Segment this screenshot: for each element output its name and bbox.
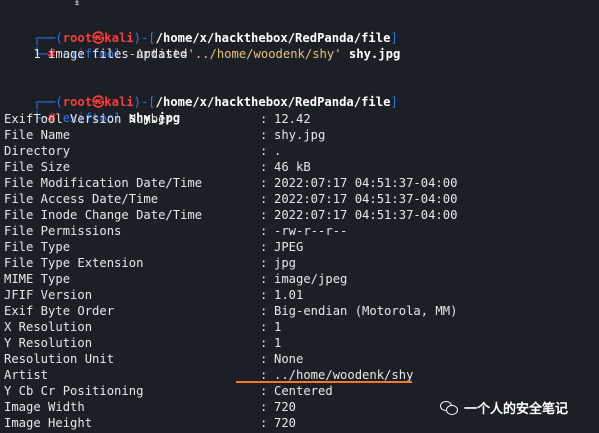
exif-key: File Permissions xyxy=(4,224,122,238)
exif-value: 46 kB xyxy=(274,160,311,174)
exif-key: ExifTool Version Number xyxy=(4,112,173,126)
exif-key: Directory xyxy=(4,144,71,158)
exif-key: File Access Date/Time xyxy=(4,192,159,206)
watermark-text: 一个人的安全笔记 xyxy=(464,401,569,417)
exif-row: File Size:46 kB xyxy=(4,159,311,175)
exif-value: 1 xyxy=(274,336,282,350)
exif-value: -rw-r--r-- xyxy=(274,224,348,238)
exif-key: Exif Byte Order xyxy=(4,304,115,318)
exif-key: MIME Type xyxy=(4,272,71,286)
exif-value: Centered xyxy=(274,384,333,398)
mouse-cursor-icon: Ɨ xyxy=(74,0,81,8)
command-output: 1 image files updated xyxy=(4,47,188,61)
exif-key: Y Cb Cr Positioning xyxy=(4,384,144,398)
exif-separator: : xyxy=(260,336,268,350)
exif-separator: : xyxy=(260,384,268,398)
exif-row: Y Resolution:1 xyxy=(4,335,281,351)
exif-separator: : xyxy=(260,256,268,270)
exif-value: 2022:07:17 04:51:37-04:00 xyxy=(274,192,458,206)
exif-value: jpg xyxy=(274,256,297,270)
exif-separator: : xyxy=(260,400,268,414)
exif-row: File Permissions: -rw-r--r-- xyxy=(4,223,347,239)
exif-row: File Name: shy.jpg xyxy=(4,127,325,143)
exif-row: JFIF Version:1.01 xyxy=(4,287,303,303)
exif-value: image/jpeg xyxy=(274,272,348,286)
exif-row: Image Width:720 xyxy=(4,399,296,415)
exif-value: JPEG xyxy=(274,240,304,254)
exif-key: File Size xyxy=(4,160,71,174)
exif-key: Image Width xyxy=(4,400,85,414)
exif-value: 2022:07:17 04:51:37-04:00 xyxy=(274,176,458,190)
exif-separator: : xyxy=(260,112,268,126)
exif-key: File Type Extension xyxy=(4,256,144,270)
exif-row: Directory:. xyxy=(4,143,281,159)
exif-row: File Inode Change Date/Time:2022:07:17 0… xyxy=(4,207,457,223)
exif-key: File Inode Change Date/Time xyxy=(4,208,203,222)
exif-row: File Access Date/Time:2022:07:17 04:51:3… xyxy=(4,191,457,207)
prompt-line: ┌──(root㉿kali)-[/home/x/hackthebox/RedPa… xyxy=(4,14,397,45)
command-file: shy.jpg xyxy=(341,47,401,61)
exif-value: 12.42 xyxy=(274,112,311,126)
exif-value: 720 xyxy=(274,416,297,430)
exif-row: File Type Extension: jpg xyxy=(4,255,296,271)
exif-row: MIME Type: image/jpeg xyxy=(4,271,347,287)
exif-value: 1.01 xyxy=(274,288,304,302)
prompt-line: ┌──(root㉿kali)-[/home/x/hackthebox/RedPa… xyxy=(4,78,397,109)
exif-key: Artist xyxy=(4,368,49,382)
exif-key: X Resolution xyxy=(4,320,93,334)
artist-highlight-underline xyxy=(236,381,412,383)
exif-separator: : xyxy=(260,208,268,222)
exif-separator: : xyxy=(260,272,268,286)
watermark: 一个人的安全笔记 xyxy=(440,397,568,417)
exif-row: X Resolution:1 xyxy=(4,319,281,335)
exif-separator: : xyxy=(260,224,268,238)
exif-separator: : xyxy=(260,192,268,206)
exif-value: shy.jpg xyxy=(274,128,326,142)
exif-separator: : xyxy=(260,160,268,174)
terminal-window[interactable]: Ɨ ┌──(root㉿kali)-[/home/x/hackthebox/Red… xyxy=(0,0,599,433)
exif-row: Resolution Unit: None xyxy=(4,351,303,367)
exif-value: 2022:07:17 04:51:37-04:00 xyxy=(274,208,458,222)
exif-separator: : xyxy=(260,320,268,334)
exif-key: Resolution Unit xyxy=(4,352,115,366)
command-line[interactable]: └─# exiftool shy.jpg xyxy=(4,94,180,125)
exif-separator: : xyxy=(260,240,268,254)
exif-value: None xyxy=(274,352,304,366)
exif-key: File Modification Date/Time xyxy=(4,176,203,190)
exif-separator: : xyxy=(260,352,268,366)
exif-separator: : xyxy=(260,144,268,158)
exif-row: Image Height:720 xyxy=(4,415,296,431)
exif-key: File Name xyxy=(4,128,71,142)
exif-key: Y Resolution xyxy=(4,336,93,350)
exif-separator: : xyxy=(260,288,268,302)
exif-row: File Modification Date/Time:2022:07:17 0… xyxy=(4,175,457,191)
prompt-path: /home/x/hackthebox/RedPanda/file xyxy=(155,95,391,109)
exif-row: Y Cb Cr Positioning: Centered xyxy=(4,383,333,399)
exif-key: Image Height xyxy=(4,416,93,430)
exif-value: . xyxy=(274,144,282,158)
exif-key: File Type xyxy=(4,240,71,254)
prompt-bracket-end: ] xyxy=(390,95,398,109)
exif-separator: : xyxy=(260,176,268,190)
exif-row: File Type: JPEG xyxy=(4,239,303,255)
exif-value: ../home/woodenk/shy xyxy=(274,368,414,382)
command-quoted-value: '../home/woodenk/shy' xyxy=(187,47,342,61)
exif-value: 720 xyxy=(274,400,297,414)
exif-separator: : xyxy=(260,416,268,430)
command-line[interactable]: └─# exiftool -Artist='../home/woodenk/sh… xyxy=(4,30,400,61)
wechat-icon xyxy=(440,399,458,415)
exif-value: Big-endian (Motorola, MM) xyxy=(274,304,458,318)
exif-row: Exif Byte Order: Big-endian (Motorola, MM… xyxy=(4,303,457,319)
exif-key: JFIF Version xyxy=(4,288,93,302)
exif-value: 1 xyxy=(274,320,282,334)
exif-row: ExifTool Version Number:12.42 xyxy=(4,111,311,127)
exif-separator: : xyxy=(260,128,268,142)
exif-separator: : xyxy=(260,304,268,318)
